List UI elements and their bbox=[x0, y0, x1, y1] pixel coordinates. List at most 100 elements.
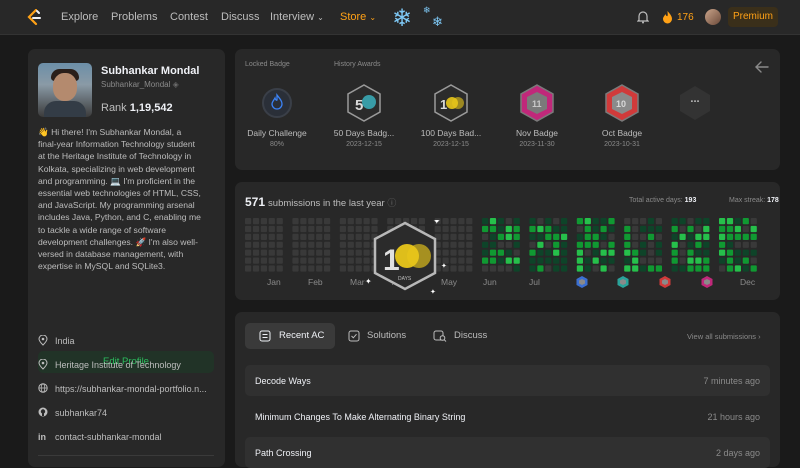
heatmap-cell bbox=[292, 249, 299, 256]
nav-discuss[interactable]: Discuss bbox=[221, 11, 260, 23]
heatmap-cell bbox=[497, 233, 504, 240]
heatmap-cell bbox=[742, 249, 749, 256]
aug-badge-icon[interactable] bbox=[575, 275, 589, 289]
heatmap-cell bbox=[695, 233, 702, 240]
heatmap-cell bbox=[347, 225, 354, 233]
heatmap-cell bbox=[292, 265, 299, 272]
heatmap-cell bbox=[355, 257, 362, 264]
heatmap-cell bbox=[245, 218, 252, 225]
heatmap-cell bbox=[308, 257, 315, 264]
100-days-celebration-badge-icon[interactable]: 1 DAYS ✦ ✦ ✦ ✦ bbox=[365, 220, 455, 300]
nav-interview-label: Interview bbox=[270, 11, 315, 23]
github-link[interactable]: subhankar74 bbox=[55, 408, 107, 418]
info-icon[interactable]: ⓘ bbox=[387, 198, 396, 208]
heatmap-cell bbox=[245, 249, 252, 256]
heatmap-cell bbox=[632, 249, 639, 256]
more-badges-button[interactable]: ... bbox=[660, 83, 730, 123]
list-item[interactable]: Minimum Changes To Make Alternating Bina… bbox=[245, 401, 770, 432]
heatmap-cell bbox=[647, 225, 655, 233]
nov-small-badge-icon[interactable] bbox=[700, 275, 714, 289]
badge-daily-challenge[interactable]: Daily Challenge 80% bbox=[242, 83, 312, 148]
heatmap-cell bbox=[268, 218, 275, 225]
heatmap-cell bbox=[671, 225, 678, 233]
nav-problems[interactable]: Problems bbox=[111, 11, 157, 23]
heatmap-cell bbox=[719, 233, 726, 240]
heatmap-cell bbox=[632, 241, 639, 248]
bio-line: versed in database management, with bbox=[38, 249, 184, 260]
50-days-badge-icon: 5 bbox=[347, 84, 381, 122]
badge-nov[interactable]: 11 Nov Badge 2023-11-30 bbox=[502, 83, 572, 148]
heatmap-cell bbox=[300, 249, 307, 256]
badge-oct[interactable]: 10 Oct Badge 2023-10-31 bbox=[587, 83, 657, 148]
nav-store[interactable]: Store ⌄ bbox=[340, 11, 376, 23]
heatmap-cell bbox=[347, 233, 354, 240]
heatmap-cell bbox=[726, 241, 734, 248]
heatmap-cell bbox=[458, 257, 465, 264]
sep-badge-icon[interactable] bbox=[616, 275, 630, 289]
month-label: Jun bbox=[483, 277, 497, 287]
nav-interview[interactable]: Interview ⌄ bbox=[270, 11, 324, 23]
arrow-left-icon[interactable] bbox=[754, 60, 770, 74]
list-item[interactable]: Path Crossing 2 days ago bbox=[245, 437, 770, 468]
heatmap-cell bbox=[726, 265, 734, 272]
active-days-label: Total active days: bbox=[629, 197, 683, 204]
heatmap-cell bbox=[647, 241, 655, 248]
heatmap-cell bbox=[268, 225, 275, 233]
heatmap-cell bbox=[600, 218, 607, 225]
heatmap-cell bbox=[679, 257, 686, 264]
tab-discuss[interactable]: Discuss bbox=[432, 323, 502, 349]
heatmap-cell bbox=[608, 265, 615, 272]
linkedin-link[interactable]: contact-subhankar-mondal bbox=[55, 432, 162, 442]
bell-icon[interactable] bbox=[637, 10, 649, 24]
heatmap-cell bbox=[553, 257, 560, 264]
school-text: Heritage Institute of Technology bbox=[55, 360, 181, 370]
heatmap-cell bbox=[703, 218, 710, 225]
heatmap-cell bbox=[600, 233, 607, 240]
heatmap-cell bbox=[647, 233, 655, 240]
oct-small-badge-icon[interactable] bbox=[658, 275, 672, 289]
heatmap-cell bbox=[489, 257, 497, 264]
heatmap-cell bbox=[561, 225, 568, 233]
tab-solutions[interactable]: Solutions bbox=[345, 323, 421, 349]
heatmap-cell bbox=[679, 241, 686, 248]
heatmap-cell bbox=[252, 249, 260, 256]
list-item[interactable]: Decode Ways 7 minutes ago bbox=[245, 365, 770, 396]
badge-100-days[interactable]: 1 100 Days Bad... 2023-12-15 bbox=[416, 83, 486, 148]
heatmap-cell bbox=[592, 249, 599, 256]
premium-button[interactable]: Premium bbox=[728, 7, 778, 27]
heatmap-cell bbox=[632, 225, 639, 233]
problem-title: Path Crossing bbox=[255, 448, 312, 458]
website-link[interactable]: https://subhankar-mondal-portfolio.n... bbox=[55, 384, 207, 394]
submission-heatmap bbox=[245, 218, 757, 272]
nav-contest[interactable]: Contest bbox=[170, 11, 208, 23]
heatmap-cell bbox=[584, 218, 591, 225]
svg-text:5: 5 bbox=[355, 97, 363, 114]
heatmap-cell bbox=[545, 257, 552, 264]
badge-50-days[interactable]: 5 50 Days Badg... 2023-12-15 bbox=[329, 83, 399, 148]
leetcode-logo-icon[interactable] bbox=[26, 9, 42, 26]
streak-count[interactable]: 176 bbox=[677, 12, 694, 23]
bio-line: 👋 Hi there! I'm Subhankar Mondal, a bbox=[38, 127, 182, 137]
view-all-submissions-link[interactable]: View all submissions › bbox=[687, 332, 761, 341]
heatmap-cell bbox=[632, 265, 639, 272]
avatar[interactable] bbox=[705, 9, 721, 25]
heatmap-cell bbox=[505, 265, 512, 272]
history-awards-label: History Awards bbox=[334, 61, 381, 68]
heatmap-cell bbox=[324, 257, 331, 264]
heatmap-cell bbox=[260, 218, 267, 225]
active-days-stat: Total active days: 193 bbox=[629, 197, 696, 204]
heatmap-cell bbox=[545, 265, 552, 272]
problem-title: Decode Ways bbox=[255, 376, 311, 386]
tab-recent-ac[interactable]: Recent AC bbox=[245, 323, 335, 349]
heatmap-cell bbox=[687, 225, 694, 233]
heatmap-cell bbox=[355, 225, 362, 233]
nav-explore[interactable]: Explore bbox=[61, 11, 98, 23]
heatmap-cell bbox=[734, 265, 741, 272]
heatmap-cell bbox=[355, 218, 362, 225]
heatmap-cell bbox=[513, 257, 520, 264]
heatmap-cell bbox=[347, 265, 354, 272]
heatmap-cell bbox=[640, 233, 647, 240]
month-label: Jul bbox=[529, 277, 540, 287]
heatmap-cell bbox=[300, 241, 307, 248]
heatmap-cell bbox=[268, 265, 275, 272]
